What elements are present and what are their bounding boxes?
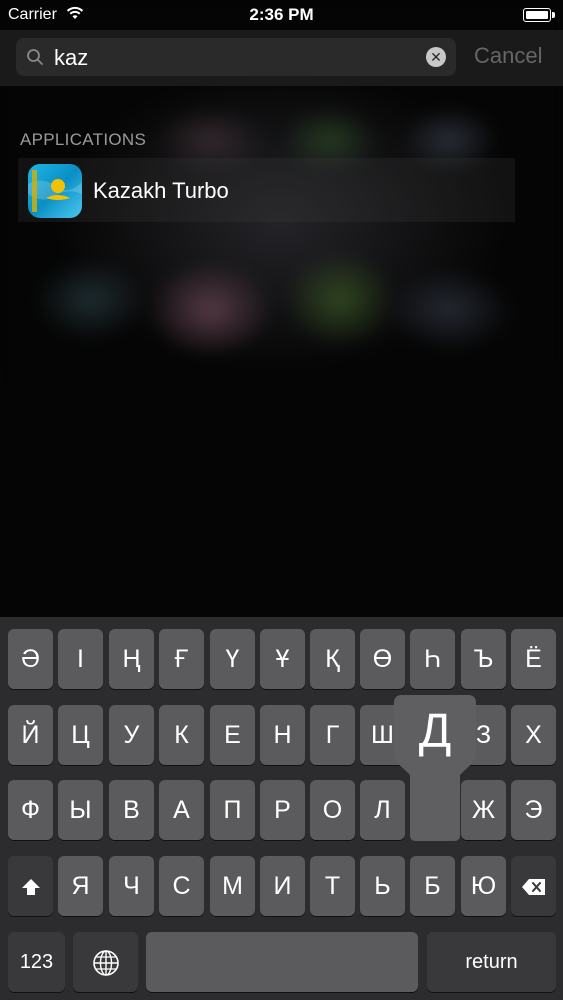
key-row2-6[interactable]: Н (260, 705, 305, 765)
key-row3-5[interactable]: П (210, 780, 255, 840)
spotlight-screen: Carrier 2:36 PM ✕ Cancel APPLICATIONS (0, 0, 563, 1000)
key-row3-3[interactable]: В (109, 780, 154, 840)
key-row1-5[interactable]: Ү (210, 629, 255, 689)
app-name: Kazakh Turbo (93, 178, 229, 203)
battery-icon (523, 8, 555, 22)
background-fade (0, 340, 563, 620)
key-row3-2[interactable]: Ы (58, 780, 103, 840)
key-row4-6[interactable]: Т (310, 856, 355, 916)
status-bar: Carrier 2:36 PM (0, 0, 563, 30)
search-icon (27, 49, 43, 65)
globe-icon (92, 950, 119, 977)
key-row4-3[interactable]: С (159, 856, 204, 916)
key-row3-7[interactable]: О (310, 780, 355, 840)
key-row2-3[interactable]: У (109, 705, 154, 765)
shift-key[interactable] (8, 856, 53, 916)
key-popup-label: Д (418, 705, 452, 758)
key-row4-5[interactable]: И (260, 856, 305, 916)
key-row4-9[interactable]: Ю (461, 856, 506, 916)
keyboard: Ә І Ң Ғ Ү Ұ Қ Ө Һ Ъ Ё Й Ц У К Е Н Г Ш Щ … (0, 617, 563, 1000)
key-row4-2[interactable]: Ч (109, 856, 154, 916)
key-row1-7[interactable]: Қ (310, 629, 355, 689)
kazakhstan-flag-icon (28, 164, 82, 218)
search-input[interactable] (52, 42, 426, 74)
key-row3-6[interactable]: Р (260, 780, 305, 840)
shift-icon (21, 879, 40, 896)
key-row3-4[interactable]: А (159, 780, 204, 840)
key-row1-9[interactable]: Һ (410, 629, 455, 689)
delete-key[interactable] (511, 856, 556, 916)
key-row1-1[interactable]: Ә (8, 629, 53, 689)
key-row1-8[interactable]: Ө (360, 629, 405, 689)
status-time: 2:36 PM (249, 5, 314, 24)
key-row2-5[interactable]: Е (210, 705, 255, 765)
key-row3-11[interactable]: Э (511, 780, 556, 840)
result-item-kazakh-turbo[interactable]: Kazakh Turbo (18, 158, 515, 222)
clear-icon[interactable]: ✕ (426, 47, 446, 67)
key-row2-11[interactable]: Х (511, 705, 556, 765)
key-row1-2[interactable]: І (58, 629, 103, 689)
key-row1-10[interactable]: Ъ (461, 629, 506, 689)
key-row4-8[interactable]: Б (410, 856, 455, 916)
key-row1-11[interactable]: Ё (511, 629, 556, 689)
space-key[interactable] (146, 932, 418, 992)
numbers-key[interactable]: 123 (8, 932, 65, 992)
delete-icon (521, 879, 545, 896)
key-row3-1[interactable]: Ф (8, 780, 53, 840)
key-row1-6[interactable]: Ұ (260, 629, 305, 689)
key-row2-2[interactable]: Ц (58, 705, 103, 765)
search-field[interactable]: ✕ (16, 38, 456, 76)
key-row1-4[interactable]: Ғ (159, 629, 204, 689)
key-row2-4[interactable]: К (159, 705, 204, 765)
globe-key[interactable] (73, 932, 138, 992)
key-row2-7[interactable]: Г (310, 705, 355, 765)
section-header-applications: APPLICATIONS (20, 130, 147, 149)
key-row1-3[interactable]: Ң (109, 629, 154, 689)
key-row4-7[interactable]: Ь (360, 856, 405, 916)
search-bar: ✕ Cancel (0, 30, 563, 86)
key-row4-1[interactable]: Я (58, 856, 103, 916)
key-row4-4[interactable]: М (210, 856, 255, 916)
key-row2-1[interactable]: Й (8, 705, 53, 765)
cancel-button[interactable]: Cancel (474, 43, 542, 69)
return-key[interactable]: return (427, 932, 556, 992)
